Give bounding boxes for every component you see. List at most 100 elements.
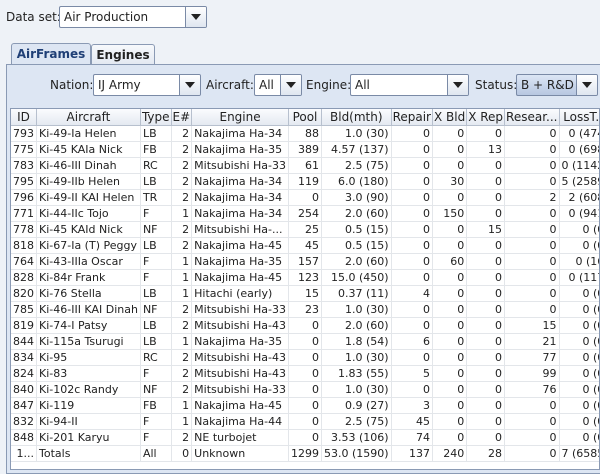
column-header[interactable]: X Rep <box>466 109 506 126</box>
table-row[interactable]: 847 Ki-119 FB 1 Nakajima Ha-45 0 0.9 (27) 3 0 0 0 0… <box>11 397 599 414</box>
chevron-down-icon <box>286 82 296 88</box>
table-cell: LB <box>140 285 172 302</box>
table-row[interactable]: 1... Totals All 0 Unknown 1299 53.0 (1590) 137 2… <box>11 445 599 462</box>
table-cell: 0 (0) <box>559 413 599 430</box>
table-row[interactable]: 828 Ki-84r Frank F 1 Nakajima Ha-45 123 15.0 (… <box>11 269 599 286</box>
aircraft-select[interactable]: All <box>254 74 302 96</box>
status-dropdown-button[interactable] <box>576 75 597 95</box>
table-row[interactable]: 795 Ki-49-IIb Helen LB 2 Nakajima Ha-34 119 6.… <box>11 173 599 190</box>
table-cell: 0 <box>466 285 506 302</box>
table-cell: 0 <box>391 189 433 206</box>
table-cell: F <box>140 413 172 430</box>
table-cell: FB <box>140 141 172 158</box>
table-cell: 0 <box>504 141 560 158</box>
table-row[interactable]: 764 Ki-43-IIIa Oscar F 1 Nakajima Ha-35 157 2.… <box>11 253 599 270</box>
dataset-dropdown-button[interactable] <box>185 7 206 27</box>
table-cell: 45 <box>288 237 322 254</box>
table-cell: 0 <box>466 317 506 334</box>
table-cell: 0 <box>466 381 506 398</box>
table-cell: 0 <box>432 317 468 334</box>
table-row[interactable]: 844 Ki-115a Tsurugi LB 1 Nakajima Ha-35 0 1.8 … <box>11 333 599 350</box>
table-cell: 0 <box>504 253 560 270</box>
table-row[interactable]: 824 Ki-83 F 2 Mitsubishi Ha-43 0 1.83 (55) 5 0 0 9… <box>11 365 599 382</box>
nation-select[interactable]: IJ Army <box>93 74 201 96</box>
table-row[interactable]: 771 Ki-44-IIc Tojo F 1 Nakajima Ha-34 254 2.0 … <box>11 205 599 222</box>
tab-engines[interactable]: Engines <box>91 44 155 65</box>
status-select[interactable]: B + R&D <box>516 74 598 96</box>
table-cell: 137 <box>391 445 433 462</box>
table-cell: 0 <box>466 205 506 222</box>
table-cell: 848 <box>11 429 37 446</box>
table-cell: 0 <box>432 381 468 398</box>
column-header[interactable]: E# <box>171 109 193 126</box>
table-cell: Ki-45 KAIa Nick <box>36 141 141 158</box>
table-cell: 123 <box>288 269 322 286</box>
table-cell: 0 <box>466 269 506 286</box>
table-cell: 0 (0) <box>559 317 599 334</box>
column-header[interactable]: ID <box>11 109 37 126</box>
table-cell: 2 <box>171 301 193 318</box>
table-cell: 3.0 (90) <box>321 189 392 206</box>
column-header[interactable]: LossT... <box>559 109 599 126</box>
table-row[interactable]: 840 Ki-102c Randy NF 2 Mitsubishi Ha-33 0 1.0 … <box>11 381 599 398</box>
table-cell: 2 <box>171 189 193 206</box>
table-cell: 1.0 (30) <box>321 125 392 142</box>
table-cell: 119 <box>288 173 322 190</box>
table-cell: 0 <box>391 173 433 190</box>
table-row[interactable]: 783 Ki-46-III Dinah RC 2 Mitsubishi Ha-33 61 2… <box>11 157 599 174</box>
table-cell: Nakajima Ha-45 <box>191 237 289 254</box>
column-header[interactable]: Type <box>140 109 172 126</box>
tab-airframes[interactable]: AirFrames <box>11 43 91 65</box>
table-row[interactable]: 793 Ki-49-Ia Helen LB 2 Nakajima Ha-34 88 1.0 … <box>11 125 599 142</box>
column-header[interactable]: Pool <box>288 109 322 126</box>
column-header[interactable]: Bld(mth) <box>321 109 392 126</box>
dataset-select[interactable]: Air Production <box>59 6 207 28</box>
table-cell: Mitsubishi Ha-... <box>191 221 289 238</box>
column-header[interactable]: Engine <box>191 109 289 126</box>
engine-select[interactable]: All <box>350 74 469 96</box>
table-row[interactable]: 818 Ki-67-Ia (T) Peggy LB 2 Nakajima Ha-45 45… <box>11 237 599 254</box>
aircraft-dropdown-button[interactable] <box>280 75 301 95</box>
table-cell: 2.5 (75) <box>321 157 392 174</box>
table-cell: 30 <box>432 173 468 190</box>
table-row[interactable]: 785 Ki-46-III KAI Dinah NF 2 Mitsubishi Ha-3… <box>11 301 599 318</box>
table-cell: 60 <box>432 253 468 270</box>
chevron-down-icon <box>191 14 201 20</box>
chevron-down-icon <box>453 82 463 88</box>
table-cell: 2 <box>171 429 193 446</box>
table-row[interactable]: 848 Ki-201 Karyu F 2 NE turbojet 0 3.53 (106) 7… <box>11 429 599 446</box>
table-cell: 2 <box>171 381 193 398</box>
table-row[interactable]: 775 Ki-45 KAIa Nick FB 2 Nakajima Ha-35 389 4.… <box>11 141 599 158</box>
table-cell: 0 <box>504 397 560 414</box>
column-header[interactable]: Resear... <box>504 109 560 126</box>
table-cell: Mitsubishi Ha-33 <box>191 381 289 398</box>
nation-dropdown-button[interactable] <box>179 75 200 95</box>
table-cell: 0.9 (27) <box>321 397 392 414</box>
table-cell: Mitsubishi Ha-43 <box>191 349 289 366</box>
table-cell: NF <box>140 381 172 398</box>
table-cell: 15 <box>288 285 322 302</box>
table-cell: F <box>140 269 172 286</box>
table-cell: 0 <box>391 125 433 142</box>
table-cell: 0 <box>504 237 560 254</box>
engine-dropdown-button[interactable] <box>447 75 468 95</box>
aircraft-label: Aircraft: <box>206 78 254 92</box>
table-row[interactable]: 796 Ki-49-II KAI Helen TR 2 Nakajima Ha-34 0 3… <box>11 189 599 206</box>
table-cell: 0 <box>466 365 506 382</box>
table-cell: 2 <box>171 237 193 254</box>
table-cell: Ki-67-Ia (T) Peggy <box>36 237 141 254</box>
table-cell: 240 <box>432 445 468 462</box>
column-header[interactable]: Repair <box>391 109 433 126</box>
table-row[interactable]: 778 Ki-45 KAId Nick NF 2 Mitsubishi Ha-... 25… <box>11 221 599 238</box>
column-header[interactable]: X Bld <box>432 109 468 126</box>
table-cell: 0.5 (15) <box>321 221 392 238</box>
table-row[interactable]: 834 Ki-95 RC 2 Mitsubishi Ha-43 0 1.0 (30) 0 0 0 7… <box>11 349 599 366</box>
table-row[interactable]: 819 Ki-74-I Patsy LB 2 Mitsubishi Ha-43 0 2.0 … <box>11 317 599 334</box>
table-row[interactable]: 820 Ki-76 Stella LB 1 Hitachi (early) 15 0.37 … <box>11 285 599 302</box>
table-cell: 0 <box>432 157 468 174</box>
table-cell: 0 <box>432 429 468 446</box>
table-row[interactable]: 832 Ki-94-II F 1 Nakajima Ha-44 0 2.5 (75) 45 0 0… <box>11 413 599 430</box>
table-cell: 0 <box>504 157 560 174</box>
column-header[interactable]: Aircraft <box>36 109 141 126</box>
table-cell: 0 <box>466 333 506 350</box>
